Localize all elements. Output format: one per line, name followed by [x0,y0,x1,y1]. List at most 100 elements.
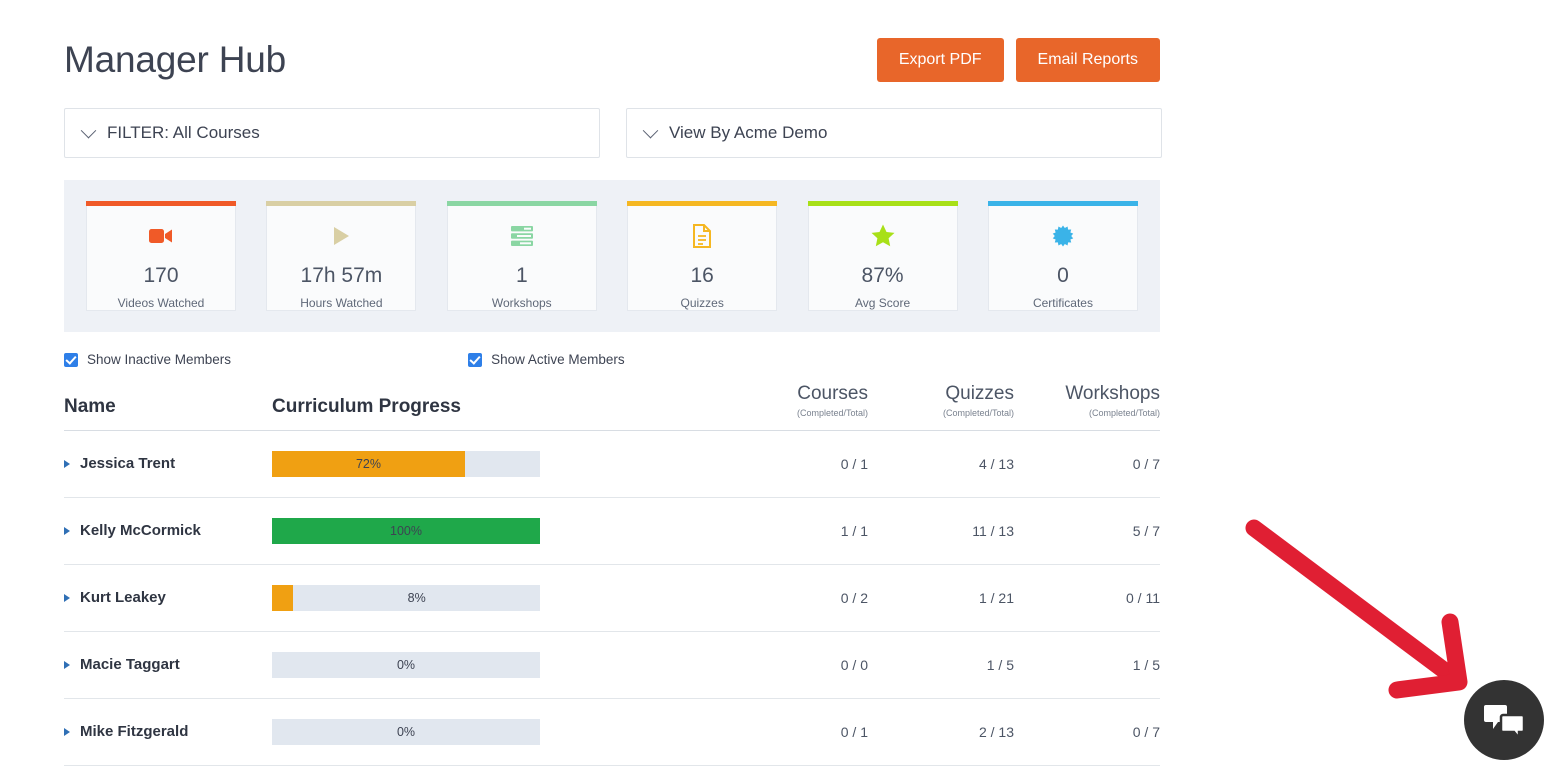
column-header-courses-sub: (Completed/Total) [796,407,868,418]
column-header-courses: Courses (Completed/Total) [722,383,868,418]
checkbox-checked-icon[interactable] [64,352,78,367]
stat-value: 16 [690,264,714,287]
view-by-label: View By Acme Demo [669,123,828,142]
view-by-select[interactable]: View By Acme Demo [626,108,1162,158]
show-inactive-members-checkbox[interactable]: Show Inactive Members [64,352,231,367]
stats-panel: 170 Videos Watched 17h 57m Hours Watched 1 Wo… [64,180,1160,332]
table-body: Jessica Trent 72% 0 / 1 4 / 13 0 / 7 Kelly Mc… [64,431,1160,766]
expand-row-icon[interactable] [64,459,70,468]
progress-cell: 0% [272,718,722,745]
progress-bar-label: 100% [390,523,422,538]
quizzes-value: 1 / 21 [978,589,1014,606]
column-header-workshops: Workshops (Completed/Total) [1014,383,1160,418]
workshops-value: 0 / 7 [1132,455,1160,472]
progress-bar-label: 0% [396,724,416,739]
progress-bar: 8% [272,584,540,611]
manager-hub-page: Manager Hub Export PDF Email Reports FIL… [0,0,1554,780]
stat-card-videos-watched: 170 Videos Watched [86,201,236,311]
expand-row-icon[interactable] [64,727,70,736]
table-row[interactable]: Mike Fitzgerald 0% 0 / 1 2 / 13 0 / 7 [64,699,1160,766]
expand-row-icon[interactable] [64,593,70,602]
member-name: Macie Taggart [80,656,180,674]
stat-card-accent-bar [627,201,778,206]
filter-bar: FILTER: All Courses View By Acme Demo [64,108,1162,158]
member-name-cell: Kurt Leakey [64,589,272,606]
column-header-quizzes-sub: (Completed/Total) [942,407,1014,418]
play-icon [330,223,352,248]
checkbox-checked-icon[interactable] [468,352,483,367]
stat-card-accent-bar [86,201,236,206]
member-name: Jessica Trent [80,455,176,473]
quizzes-value: 1 / 5 [986,656,1014,673]
progress-bar-label: 72% [355,456,381,471]
stat-value: 0 [1057,264,1069,287]
column-header-quizzes-label: Quizzes [945,383,1014,404]
chat-bubbles-icon [1484,705,1525,738]
table-row[interactable]: Macie Taggart 0% 0 / 0 1 / 5 1 / 5 [64,632,1160,699]
table-row[interactable]: Kelly McCormick 100% 1 / 1 11 / 13 5 / 7 [64,498,1160,565]
header-actions: Export PDF Email Reports [876,38,1160,82]
progress-cell: 72% [272,450,722,477]
stat-card-accent-bar [807,201,958,206]
stat-card-quizzes: 16 Quizzes [627,201,778,311]
progress-cell: 100% [272,517,722,544]
stat-card-workshops: 1 Workshops [446,201,597,311]
chevron-down-icon [642,122,659,138]
progress-bar: 100% [272,517,540,544]
quizzes-value: 2 / 13 [978,723,1014,740]
quizzes-value: 4 / 13 [978,455,1014,472]
stat-card-certificates: 0 Certificates [987,201,1138,311]
star-icon [871,223,895,248]
progress-bar: 0% [272,651,540,678]
stat-label: Avg Score [854,296,911,310]
column-header-workshops-sub: (Completed/Total) [1088,407,1160,418]
page-header: Manager Hub Export PDF Email Reports [64,14,1160,94]
document-icon [692,223,712,248]
chevron-down-icon [80,122,97,138]
member-name: Mike Fitzgerald [80,723,189,741]
progress-bar: 0% [272,718,540,745]
courses-value: 0 / 2 [840,589,868,606]
stat-card-accent-bar [446,201,597,206]
stat-card-hours-watched: 17h 57m Hours Watched [266,201,417,311]
stat-label: Certificates [1032,296,1093,310]
column-header-workshops-label: Workshops [1065,383,1160,404]
workshops-value: 0 / 7 [1132,723,1160,740]
stat-card-accent-bar [266,201,417,206]
video-camera-icon [149,223,173,248]
filter-courses-label: FILTER: All Courses [107,123,260,142]
stat-label: Videos Watched [117,296,205,310]
table-row[interactable]: Jessica Trent 72% 0 / 1 4 / 13 0 / 7 [64,431,1160,498]
progress-bar-label: 0% [396,657,416,672]
stat-value: 17h 57m [300,264,383,287]
workshops-value: 1 / 5 [1132,656,1160,673]
show-active-members-checkbox[interactable]: Show Active Members [468,352,625,367]
chat-widget-button[interactable] [1464,680,1544,760]
expand-row-icon[interactable] [64,526,70,535]
courses-value: 0 / 1 [840,455,868,472]
stat-label: Hours Watched [300,296,383,310]
progress-cell: 0% [272,651,722,678]
show-inactive-members-label: Show Inactive Members [87,352,232,367]
column-header-quizzes: Quizzes (Completed/Total) [868,383,1014,418]
page-title: Manager Hub [64,39,286,80]
stat-value: 87% [861,264,904,287]
stat-card-accent-bar [987,201,1138,206]
stat-value: 1 [515,264,528,287]
member-name-cell: Jessica Trent [64,455,272,472]
stat-label: Workshops [491,296,552,310]
courses-value: 0 / 0 [840,656,868,673]
stack-icon [510,223,534,248]
workshops-value: 0 / 11 [1126,589,1160,606]
expand-row-icon[interactable] [64,660,70,669]
stat-value: 170 [143,264,179,287]
email-reports-button[interactable]: Email Reports [1015,38,1160,82]
member-filter-checkboxes: Show Inactive Members Show Active Member… [64,352,1160,367]
export-pdf-button[interactable]: Export PDF [876,38,1004,82]
table-row[interactable]: Kurt Leakey 8% 0 / 2 1 / 21 0 / 11 [64,565,1160,632]
quizzes-value: 11 / 13 [972,522,1014,539]
members-table: Name Curriculum Progress Courses (Comple… [64,383,1160,766]
table-header-row: Name Curriculum Progress Courses (Comple… [64,383,1160,431]
member-name-cell: Kelly McCormick [64,522,272,539]
filter-courses-select[interactable]: FILTER: All Courses [64,108,600,158]
